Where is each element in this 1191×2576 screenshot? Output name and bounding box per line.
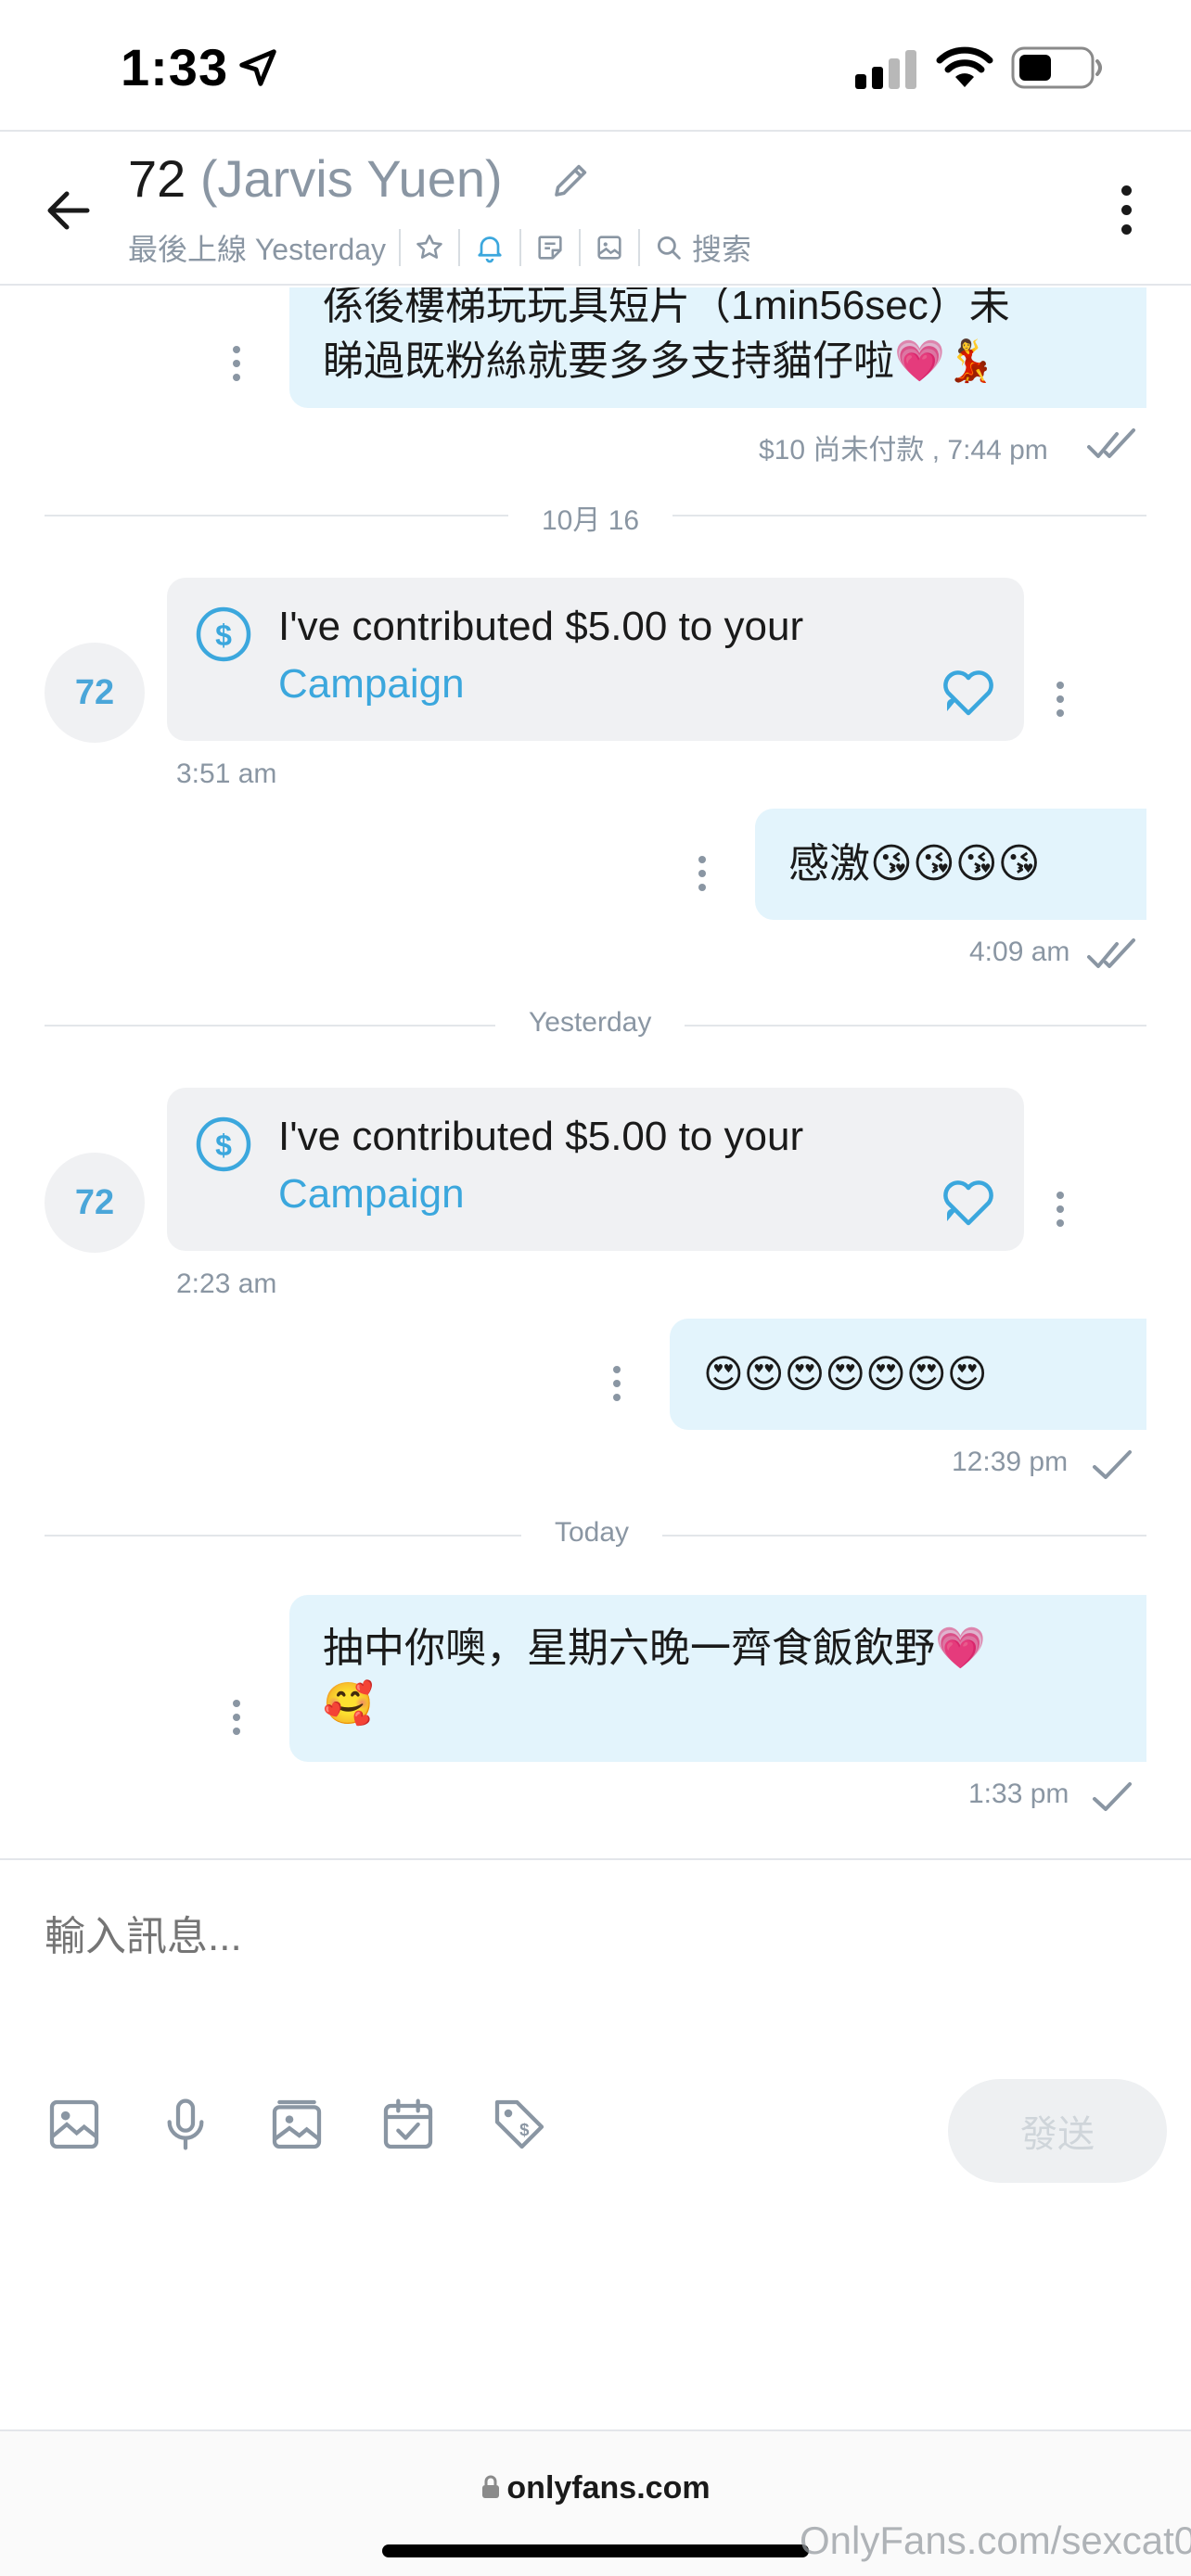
location-arrow-icon [239, 49, 276, 86]
svg-text:$: $ [215, 618, 232, 652]
dollar-circle-icon: $ [196, 1116, 251, 1172]
message-meta: $10 尚未付款 , 7:44 pm [759, 435, 1048, 465]
message-options-icon[interactable] [231, 346, 242, 388]
message-time: 4:09 am [969, 937, 1070, 967]
message-text: 感激😘😘😘😘 [788, 841, 1041, 886]
home-indicator [382, 2544, 809, 2557]
message-bubble[interactable]: 😍😍😍😍😍😍😍 [670, 1319, 1146, 1430]
campaign-link[interactable]: Campaign [278, 656, 803, 713]
svg-text:$: $ [215, 1129, 232, 1162]
divider [458, 229, 461, 266]
message-options-icon[interactable] [697, 856, 708, 898]
divider [638, 229, 641, 266]
message-time: 3:51 am [176, 759, 277, 789]
message-bubble[interactable]: 抽中你噢，星期六晚一齊食飯飲野💗 🥰 [289, 1595, 1146, 1762]
microphone-icon[interactable] [156, 2095, 215, 2154]
chat-header: 72 (Jarvis Yuen) 最後上線 Yesterday 搜索 [0, 130, 1191, 286]
like-heart-icon[interactable] [939, 667, 998, 719]
contribution-text: I've contributed $5.00 to your Campaign [278, 1108, 803, 1223]
campaign-link[interactable]: Campaign [278, 1166, 803, 1223]
message-options-icon[interactable] [1055, 682, 1066, 723]
contribution-bubble[interactable]: $ I've contributed $5.00 to your Campaig… [167, 578, 1024, 741]
message-options-icon[interactable] [1055, 1192, 1066, 1233]
kebab-icon[interactable] [1121, 185, 1132, 235]
date-divider-label: Today [521, 1517, 663, 1549]
message-text: 😍😍😍😍😍😍😍 [703, 1352, 988, 1396]
search-label: 搜索 [692, 233, 752, 266]
message-text: 抽中你噢，星期六晚一齊食飯飲野💗 [323, 1626, 986, 1671]
check-icon [1093, 1450, 1132, 1479]
star-icon[interactable] [414, 232, 445, 263]
schedule-icon[interactable] [378, 2095, 438, 2154]
note-icon[interactable] [534, 232, 566, 263]
message-text: 睇過既粉絲就要多多支持貓仔啦💗💃 [323, 338, 996, 384]
battery-icon [1011, 46, 1102, 89]
signal-icon [855, 50, 916, 89]
watermark: OnlyFans.com/sexcat07 [800, 2519, 1191, 2562]
bell-icon[interactable] [473, 231, 506, 264]
back-arrow-icon[interactable] [41, 183, 96, 238]
chat-title[interactable]: 72 (Jarvis Yuen) [128, 148, 503, 209]
double-check-icon [1087, 938, 1135, 968]
search-icon [658, 236, 681, 260]
vault-icon[interactable] [267, 2095, 327, 2154]
message-bubble[interactable]: 係後樓梯玩玩具短片（1min56sec）未 睇過既粉絲就要多多支持貓仔啦💗💃 [289, 287, 1146, 408]
message-time: 2:23 am [176, 1269, 277, 1299]
status-time: 1:33 [121, 38, 229, 96]
lock-icon [482, 2475, 500, 2498]
avatar[interactable]: 72 [45, 643, 145, 743]
message-composer: $ 發送 [0, 1858, 1191, 2429]
message-list[interactable]: 係後樓梯玩玩具短片（1min56sec）未 睇過既粉絲就要多多支持貓仔啦💗💃 $… [0, 287, 1191, 1858]
search-button[interactable]: 搜索 [653, 226, 751, 269]
dollar-circle-icon: $ [196, 606, 251, 662]
avatar[interactable]: 72 [45, 1153, 145, 1253]
header-meta-row: 最後上線 Yesterday 搜索 [128, 227, 751, 268]
price-tag-icon[interactable]: $ [490, 2095, 549, 2154]
like-heart-icon[interactable] [939, 1177, 998, 1229]
date-divider-label: Yesterday [495, 1007, 685, 1039]
contribution-bubble[interactable]: $ I've contributed $5.00 to your Campaig… [167, 1088, 1024, 1251]
message-bubble[interactable]: 感激😘😘😘😘 [755, 809, 1146, 920]
message-text: 係後樓梯玩玩具短片（1min56sec）未 [323, 287, 1010, 328]
send-button[interactable]: 發送 [948, 2079, 1167, 2183]
svg-text:$: $ [519, 2120, 530, 2139]
url-bar[interactable]: onlyfans.com [0, 2470, 1191, 2506]
status-bar: 1:33 [0, 0, 1191, 130]
date-divider-label: 10月 16 [508, 497, 673, 538]
message-options-icon[interactable] [231, 1700, 242, 1741]
url-text: onlyfans.com [506, 2470, 711, 2506]
message-options-icon[interactable] [611, 1366, 622, 1408]
image-icon[interactable] [45, 2095, 104, 2154]
pencil-icon[interactable] [549, 158, 594, 202]
image-icon[interactable] [594, 232, 625, 263]
last-seen: 最後上線 Yesterday [128, 233, 387, 266]
message-text: 🥰 [323, 1681, 374, 1727]
message-time: 1:33 pm [968, 1779, 1069, 1809]
wifi-icon [936, 46, 993, 87]
double-check-icon [1087, 428, 1135, 458]
divider [399, 229, 402, 266]
message-time: 12:39 pm [952, 1447, 1069, 1477]
message-input[interactable] [45, 1905, 1139, 1970]
contribution-text: I've contributed $5.00 to your Campaign [278, 598, 803, 713]
chat-title-username: (Jarvis Yuen) [199, 149, 503, 208]
check-icon [1093, 1782, 1132, 1811]
chat-title-name: 72 [128, 149, 186, 208]
divider [579, 229, 582, 266]
divider [519, 229, 522, 266]
